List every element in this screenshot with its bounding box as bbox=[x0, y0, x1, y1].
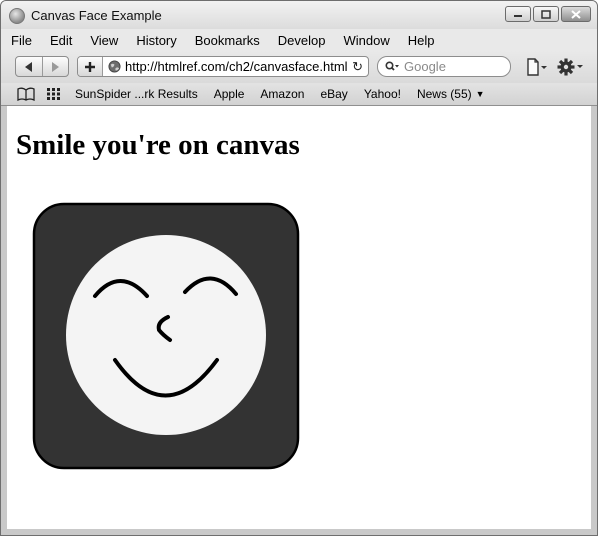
globe-icon bbox=[108, 60, 121, 73]
page-content: Smile you're on canvas bbox=[7, 106, 591, 529]
close-icon bbox=[571, 9, 581, 19]
add-bookmark-button[interactable] bbox=[78, 57, 103, 76]
app-icon bbox=[9, 8, 25, 24]
bookmark-apple[interactable]: Apple bbox=[204, 87, 251, 101]
search-icon bbox=[385, 61, 399, 71]
bookmark-ebay[interactable]: eBay bbox=[310, 87, 353, 101]
plus-icon bbox=[85, 61, 95, 72]
back-arrow-icon bbox=[25, 61, 33, 72]
minimize-button[interactable] bbox=[505, 6, 531, 22]
close-button[interactable] bbox=[561, 6, 591, 22]
forward-arrow-icon bbox=[51, 61, 59, 72]
search-field[interactable]: Google bbox=[377, 56, 511, 77]
bookmark-news[interactable]: News (55) bbox=[407, 87, 478, 101]
menu-window[interactable]: Window bbox=[334, 33, 398, 48]
top-sites-icon[interactable] bbox=[47, 88, 61, 100]
title-bar: Canvas Face Example bbox=[1, 1, 597, 29]
bookmarks-bar: SunSpider ...rk Results Apple Amazon eBa… bbox=[1, 83, 597, 106]
maximize-button[interactable] bbox=[533, 6, 559, 22]
bookmark-amazon[interactable]: Amazon bbox=[250, 87, 310, 101]
menu-history[interactable]: History bbox=[126, 33, 184, 48]
search-placeholder: Google bbox=[404, 59, 446, 74]
window-title: Canvas Face Example bbox=[31, 8, 162, 23]
menu-view[interactable]: View bbox=[80, 33, 126, 48]
address-bar[interactable]: http://htmlref.com/ch2/canvasface.html ↻ bbox=[77, 56, 369, 77]
url-text: http://htmlref.com/ch2/canvasface.html bbox=[125, 59, 348, 74]
toolbar: http://htmlref.com/ch2/canvasface.html ↻… bbox=[1, 51, 597, 83]
bookmark-sunspider[interactable]: SunSpider ...rk Results bbox=[65, 87, 204, 101]
bookmark-yahoo[interactable]: Yahoo! bbox=[354, 87, 407, 101]
reading-list-icon[interactable] bbox=[17, 87, 35, 101]
gear-icon[interactable] bbox=[557, 57, 585, 77]
forward-button[interactable] bbox=[41, 57, 69, 76]
menu-bookmarks[interactable]: Bookmarks bbox=[185, 33, 268, 48]
menu-develop[interactable]: Develop bbox=[268, 33, 334, 48]
menu-bar: File Edit View History Bookmarks Develop… bbox=[1, 29, 597, 51]
reload-icon[interactable]: ↻ bbox=[352, 59, 363, 75]
menu-edit[interactable]: Edit bbox=[40, 33, 80, 48]
maximize-icon bbox=[541, 9, 551, 19]
back-button[interactable] bbox=[16, 57, 42, 76]
browser-window: Canvas Face Example File Edit View Histo… bbox=[0, 0, 598, 536]
menu-file[interactable]: File bbox=[1, 33, 40, 48]
minimize-icon bbox=[514, 15, 522, 17]
page-menu-icon[interactable] bbox=[525, 58, 549, 76]
menu-help[interactable]: Help bbox=[398, 33, 443, 48]
window-controls bbox=[505, 6, 591, 22]
face-canvas bbox=[32, 202, 300, 470]
nav-buttons bbox=[15, 56, 69, 77]
chevron-down-icon[interactable]: ▼ bbox=[476, 89, 485, 99]
